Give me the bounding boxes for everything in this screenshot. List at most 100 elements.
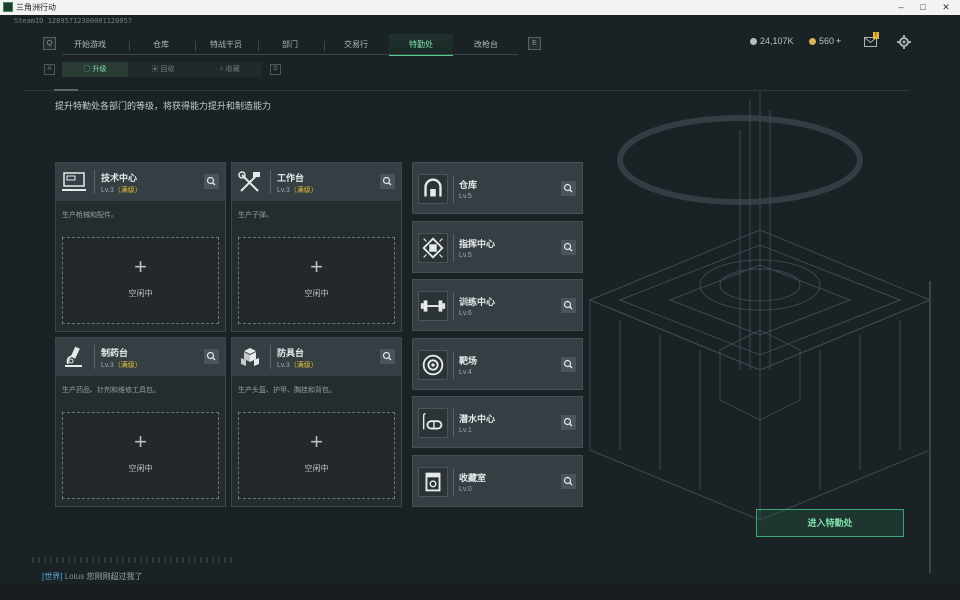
workshop-card-armor-bench[interactable]: 防具台 Lv.3（满级） 生产头盔、护甲、胸挂和背包。 + 空闲中 — [231, 337, 402, 507]
tab-trade[interactable]: 交易行 — [330, 34, 382, 56]
chat-sender: Lotus — [64, 572, 85, 581]
inspect-button[interactable] — [561, 357, 576, 372]
facility-card-shooting-range[interactable]: 靶场 Lv.4 — [412, 338, 583, 390]
workshop-card-tech-center[interactable]: 技术中心 Lv.3（满级） 生产枪械和配件。 + 空闲中 — [55, 162, 226, 332]
coupon-icon — [809, 38, 816, 46]
card-separator — [453, 292, 454, 320]
inspect-button[interactable] — [380, 174, 395, 189]
chat-message[interactable]: [世界] Lotus 您刚刚超过我了 — [42, 571, 143, 582]
subtab-upgrade[interactable]: ◯ 升级 — [62, 62, 128, 77]
currency-secondary[interactable]: 560 + — [809, 36, 841, 46]
workshop-description: 生产枪械和配件。 — [62, 212, 118, 219]
inspect-button[interactable] — [561, 474, 576, 489]
decorative-dots — [32, 557, 232, 563]
card-separator — [453, 468, 454, 496]
target-icon — [418, 350, 448, 380]
facility-level: Lv.6 — [459, 310, 472, 317]
enter-special-ops-button[interactable]: 进入特勤处 — [756, 509, 904, 537]
inspect-button[interactable] — [380, 349, 395, 364]
minimize-button[interactable]: – — [890, 1, 912, 14]
nav-prev-key-hint[interactable]: Q — [43, 37, 56, 50]
tab-start-game[interactable]: 开始游戏 — [64, 34, 116, 56]
inspect-button[interactable] — [561, 298, 576, 313]
facility-name: 靶场 — [459, 356, 478, 366]
subnav-next-key-hint[interactable]: D — [270, 64, 281, 75]
facility-name: 仓库 — [459, 180, 478, 190]
facility-level: Lv.1 — [459, 427, 472, 434]
subtab-upgrade-label: 升级 — [92, 66, 107, 73]
maximize-button[interactable]: □ — [912, 1, 934, 14]
subnav-prev-key-hint[interactable]: A — [44, 64, 55, 75]
search-icon — [563, 417, 573, 427]
computer-icon — [62, 172, 86, 191]
card-separator — [453, 409, 454, 437]
facility-name: 收藏室 — [459, 473, 487, 483]
workshop-level: Lv.3（满级） — [277, 362, 318, 369]
inspect-button[interactable] — [204, 349, 219, 364]
coin-icon — [750, 38, 757, 46]
facility-card-training-center[interactable]: 训练中心 Lv.6 — [412, 279, 583, 331]
diving-icon — [418, 408, 448, 438]
nav-underline — [62, 54, 518, 55]
facility-card-warehouse[interactable]: 仓库 Lv.5 — [412, 162, 583, 214]
side-scrollbar[interactable] — [929, 281, 931, 573]
currency-primary-value: 24,107K — [760, 36, 794, 46]
search-icon — [206, 351, 216, 361]
warehouse-icon — [418, 174, 448, 204]
inspect-button[interactable] — [204, 174, 219, 189]
inspect-button[interactable] — [561, 181, 576, 196]
production-slot[interactable]: + 空闲中 — [238, 412, 395, 499]
window-title: 三角洲行动 — [16, 3, 56, 12]
section-divider-mark — [54, 89, 78, 91]
nav-separator — [258, 41, 259, 51]
card-header: 防具台 Lv.3（满级） — [232, 338, 401, 376]
tab-operators[interactable]: 特战干员 — [200, 34, 252, 56]
nav-next-key-hint[interactable]: E — [528, 37, 541, 50]
facility-level: Lv.4 — [459, 369, 472, 376]
facility-card-collection-room[interactable]: 收藏室 Lv.0 — [412, 455, 583, 507]
section-divider — [24, 90, 910, 91]
header-separator — [94, 345, 95, 369]
facility-card-diving-center[interactable]: 潜水中心 Lv.1 — [412, 396, 583, 448]
inspect-button[interactable] — [561, 415, 576, 430]
add-icon: + — [310, 254, 323, 279]
currency-primary[interactable]: 24,107K — [750, 36, 794, 46]
workshop-name: 防具台 — [277, 348, 305, 358]
app-icon — [3, 2, 13, 12]
inspect-button[interactable] — [561, 240, 576, 255]
facility-card-command-center[interactable]: 指挥中心 Lv.5 — [412, 221, 583, 273]
subtab-recycle[interactable]: ▣ 回收 — [130, 62, 196, 77]
search-icon — [563, 476, 573, 486]
production-slot[interactable]: + 空闲中 — [238, 237, 395, 324]
tab-special-ops[interactable]: 特勤处 — [389, 34, 453, 56]
sub-navigation: ◯ 升级 ▣ 回收 ⊦ 收藏 — [62, 62, 262, 77]
facility-level: Lv.5 — [459, 193, 472, 200]
workshop-card-workbench[interactable]: 工作台 Lv.3（满级） 生产子弹。 + 空闲中 — [231, 162, 402, 332]
production-slot[interactable]: + 空闲中 — [62, 237, 219, 324]
slot-status: 空闲中 — [304, 289, 329, 298]
production-slot[interactable]: + 空闲中 — [62, 412, 219, 499]
slot-status: 空闲中 — [128, 289, 153, 298]
facility-name: 潜水中心 — [459, 414, 496, 424]
workshop-level: Lv.3（满级） — [277, 187, 318, 194]
slot-status: 空闲中 — [304, 464, 329, 473]
base-wireframe-art — [588, 90, 932, 521]
header-separator — [270, 170, 271, 194]
subtab-collect[interactable]: ⊦ 收藏 — [198, 62, 262, 77]
tab-warehouse[interactable]: 仓库 — [135, 34, 187, 56]
add-currency-button[interactable]: + — [836, 36, 841, 46]
page-description: 提升特勤处各部门的等级，将获得能力提升和制造能力 — [55, 101, 272, 111]
nav-separator — [324, 41, 325, 51]
gear-icon[interactable] — [897, 35, 911, 49]
facility-level: Lv.5 — [459, 252, 472, 259]
tab-department[interactable]: 部门 — [264, 34, 316, 56]
tab-gunsmith[interactable]: 改枪台 — [460, 34, 512, 56]
close-button[interactable]: ✕ — [935, 1, 957, 14]
facility-level: Lv.0 — [459, 486, 472, 493]
card-separator — [453, 175, 454, 203]
workshop-card-pharmacy[interactable]: 制药台 Lv.3（满级） 生产药品、针剂和维修工具包。 + 空闲中 — [55, 337, 226, 507]
workshop-name: 制药台 — [101, 348, 129, 358]
chat-text: 您刚刚超过我了 — [86, 572, 143, 581]
add-icon: + — [134, 254, 147, 279]
search-icon — [563, 359, 573, 369]
